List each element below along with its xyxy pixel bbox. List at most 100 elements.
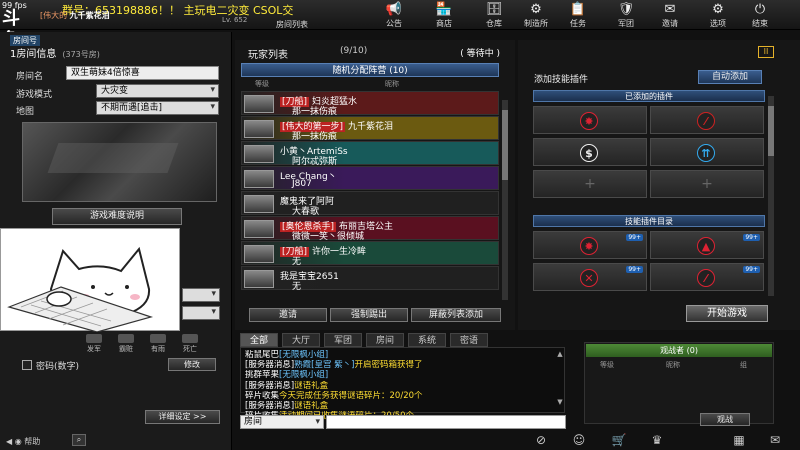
plugin-slot[interactable]: + [650, 170, 764, 198]
option-select-1[interactable] [182, 288, 220, 302]
nav-warehouse[interactable]: 🗄 仓库 [474, 2, 514, 30]
block-list-button[interactable]: 屏蔽列表添加 [411, 308, 501, 322]
player-row[interactable]: [伟大的第一步] 九千紫花泪 那一抹伤痕 [241, 116, 499, 142]
difficulty-info-button[interactable]: 游戏难度说明 [52, 208, 182, 225]
player-column-header: 等级 昵称 [241, 79, 499, 89]
invite-icon: ✉ [664, 2, 676, 17]
plugin-slot[interactable]: ✸ [533, 106, 647, 134]
start-game-button[interactable]: 开始游戏 [686, 305, 768, 322]
player-row[interactable]: 小黄丶ArtemiSs 阿尔忒弥斯 [241, 141, 499, 167]
cart-icon[interactable]: 🛒 [610, 432, 628, 448]
rank-badge-icon [244, 95, 274, 113]
plugin-slot[interactable]: ✕ 99+ [533, 263, 647, 291]
spectator-columns: 等级 昵称 组 [590, 360, 770, 370]
password-checkbox[interactable] [22, 360, 32, 370]
col-name: 昵称 [385, 80, 399, 88]
user-icon[interactable]: ☺ [570, 432, 588, 448]
chevron-up-icon[interactable]: ▲ [556, 350, 564, 358]
weapon-icon [86, 334, 102, 343]
search-icon[interactable]: ⌕ [72, 434, 86, 446]
player-name-line: 我是宝宝2651 [280, 269, 339, 282]
trophy-icon[interactable]: ♛ [648, 432, 666, 448]
chat-tab[interactable]: 大厅 [282, 333, 320, 347]
spectate-button[interactable]: 观战 [700, 413, 750, 426]
room-info-header: 1房间信息 (373号房) [10, 45, 100, 60]
player-row[interactable]: [刀船] 妇炎超猛水 那一抹伤痕 [241, 91, 499, 117]
nav-workshop[interactable]: ⚙ 制造所 [516, 2, 556, 30]
invite-button[interactable]: 邀请 [249, 308, 327, 322]
plugin-slot[interactable]: ▲ 99+ [650, 231, 764, 259]
plugin-slot[interactable]: $ [533, 138, 647, 166]
player-row[interactable]: 魔鬼来了阿阿 大春歌 [241, 191, 499, 217]
weapon-toggle[interactable]: 霸赃 [112, 334, 140, 354]
chat-tab[interactable]: 军团 [324, 333, 362, 347]
weapon-restriction-row: 发军 霸赃 有雨 死亡 [80, 334, 220, 356]
mail-icon[interactable]: ✉ [766, 432, 784, 448]
clan-icon: 🛡 [617, 2, 635, 17]
rank-badge-icon [244, 170, 274, 188]
plugin-catalog-header: 技能插件目录 [533, 215, 765, 227]
weapon-toggle[interactable]: 死亡 [176, 334, 204, 354]
rank-badge-icon [244, 145, 274, 163]
player-row[interactable]: 我是宝宝2651 无 [241, 266, 499, 292]
player-row[interactable]: Lee Chang丶 J807 [241, 166, 499, 190]
chat-tab[interactable]: 全部 [240, 333, 278, 347]
chevron-down-icon[interactable]: ▼ [556, 398, 564, 406]
nav-options[interactable]: ⚙ 选项 [698, 2, 738, 30]
detail-settings-button[interactable]: 详细设定 >> [145, 410, 220, 424]
knife-blast-icon: ✕ [580, 269, 598, 287]
game-mode-select[interactable]: 大灾变 [96, 84, 219, 98]
chat-scrollbar[interactable]: ▲ ▼ [556, 350, 564, 410]
player-list-title: 玩家列表 [248, 50, 288, 61]
nav-speaker[interactable]: 📢 公告 [374, 2, 414, 30]
chat-line: [服务器消息]谜语礼盒 [245, 381, 560, 391]
player-list-scrollbar[interactable] [502, 100, 508, 300]
nav-label: 制造所 [524, 19, 548, 28]
compass-icon[interactable]: ⊘ [532, 432, 550, 448]
pause-button[interactable]: II [758, 46, 774, 58]
nav-mission[interactable]: 📋 任务 [558, 2, 598, 30]
room-name-input[interactable]: 双生萌妹4倍惊喜 [66, 66, 219, 80]
chat-line: [服务器消息]谜语礼盒 [245, 401, 560, 411]
calendar-icon[interactable]: ▦ [730, 432, 748, 448]
kick-button[interactable]: 强制踢出 [330, 308, 408, 322]
help-label: 帮助 [24, 437, 41, 446]
store-icon: 🏪 [435, 2, 453, 17]
plugin-slot[interactable]: ✸ 99+ [533, 231, 647, 259]
warehouse-icon: 🗄 [485, 2, 503, 17]
player-count: (9/10) [340, 46, 368, 56]
player-row[interactable]: [刀船] 许你一生冷眸无 [241, 241, 499, 267]
chat-tab[interactable]: 密语 [450, 333, 488, 347]
col-rank: 等级 [255, 80, 269, 88]
help-link[interactable]: ◀ ◉ 帮助 [6, 436, 40, 447]
room-info-title: 1房间信息 [10, 49, 57, 60]
chat-tab[interactable]: 系统 [408, 333, 446, 347]
auto-add-button[interactable]: 自动添加 [698, 70, 762, 84]
chat-channel-select[interactable]: 房间 [240, 415, 324, 429]
option-select-2[interactable] [182, 306, 220, 320]
chat-text: 谜语礼盒 [294, 401, 329, 412]
map-select[interactable]: 不期而遇[追击] [96, 101, 219, 115]
chat-line: 粘鼠尾巴[无限枫小组] [245, 350, 560, 360]
plugin-scrollbar[interactable] [768, 96, 774, 296]
chat-input[interactable] [326, 415, 566, 429]
weapon-icon [182, 334, 198, 343]
nav-room-list[interactable]: 房间列表 [272, 2, 312, 30]
password-modify-button[interactable]: 修改 [168, 358, 216, 371]
plugin-slot[interactable]: + [533, 170, 647, 198]
nav-store[interactable]: 🏪 商店 [424, 2, 464, 30]
player-nickname: 许你一生冷眸 [312, 247, 367, 257]
player-row[interactable]: [奥伦恩杀手] 布丽吉塔公主 微微一笑丶很倾城 [241, 216, 499, 242]
chat-tab[interactable]: 房间 [366, 333, 404, 347]
nav-power[interactable]: ⏻ 结束 [740, 2, 780, 30]
plugin-slot[interactable]: ⇈ [650, 138, 764, 166]
nav-clan[interactable]: 🛡 军团 [606, 2, 646, 30]
weapon-toggle[interactable]: 有雨 [144, 334, 172, 354]
nav-invite[interactable]: ✉ 邀请 [650, 2, 690, 30]
weapon-toggle[interactable]: 发军 [80, 334, 108, 354]
help-icon: ◀ ◉ [6, 437, 25, 446]
player-clan: 无 [292, 282, 302, 292]
plugin-slot[interactable]: ⁄ [650, 106, 764, 134]
plugin-slot[interactable]: ⁄ 99+ [650, 263, 764, 291]
nav-label: 选项 [710, 19, 726, 28]
